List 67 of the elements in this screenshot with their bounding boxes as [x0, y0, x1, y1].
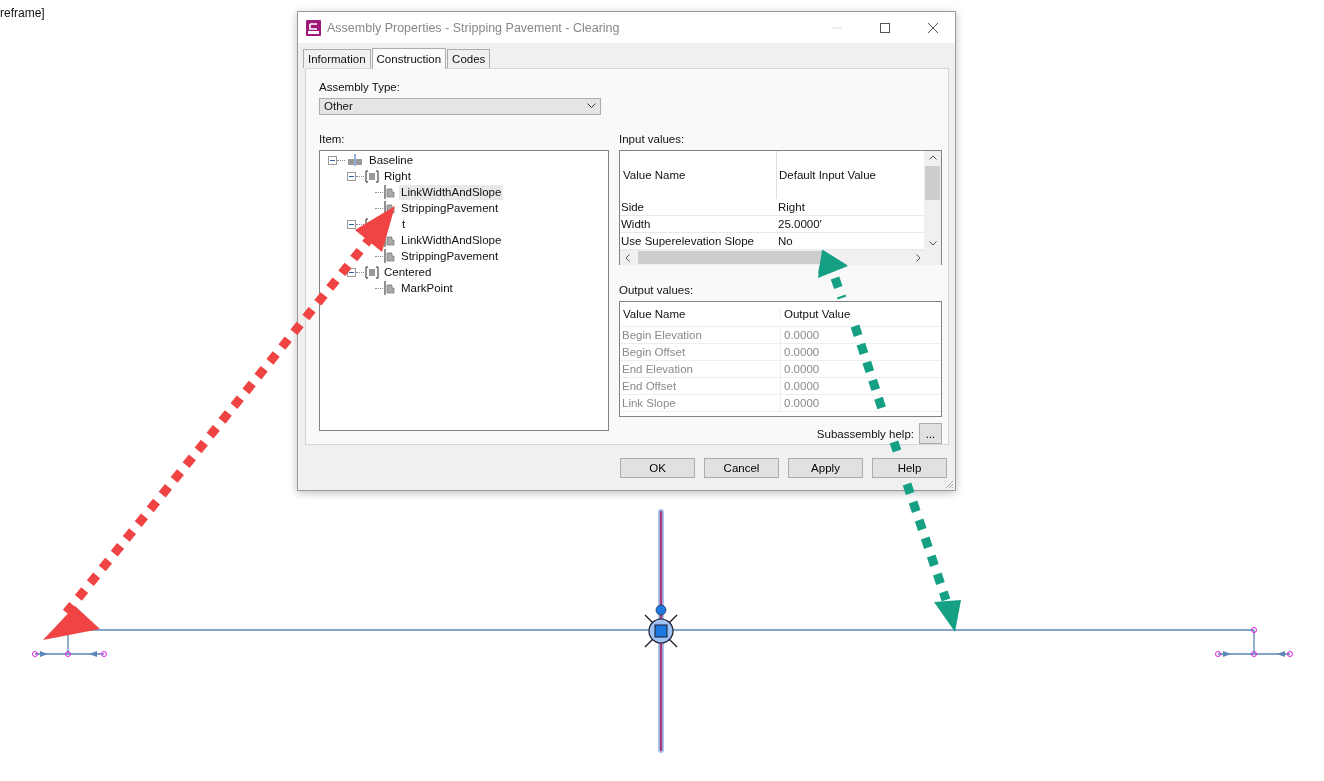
scroll-right-icon[interactable] [916, 253, 921, 262]
chevron-icon [587, 103, 596, 110]
table-cell-text: 25.0000' [777, 216, 823, 232]
dialog-button[interactable]: OK [620, 457, 695, 478]
tree-item[interactable]: Centered [382, 264, 434, 280]
tree-item[interactable]: LinkWidthAndSlope [399, 184, 504, 200]
vertical-scrollbar[interactable] [924, 151, 941, 250]
tab[interactable]: Codes [447, 49, 491, 68]
help-button[interactable]: ... [919, 423, 942, 444]
table-cell: Begin Offset [620, 344, 781, 360]
subassembly-icon [384, 201, 396, 215]
table-cell-text: Use Superelevation Slope [620, 233, 755, 249]
assembly-type-dropdown[interactable]: Other [319, 97, 601, 115]
baseline-icon [346, 154, 364, 166]
table-cell-text: 0.0000 [783, 395, 821, 411]
collapse-icon[interactable] [347, 267, 356, 277]
scroll-up-icon[interactable] [928, 155, 937, 160]
horizontal-scrollbar[interactable] [620, 250, 941, 265]
column-header: Output Value [783, 308, 852, 320]
subassembly-icon [384, 233, 396, 247]
app-icon [306, 19, 321, 36]
collapse-icon[interactable] [328, 155, 337, 165]
table-cell-text: Side [620, 199, 646, 215]
scroll-down-icon[interactable] [928, 241, 937, 246]
tree-item[interactable]: StrippingPavement [399, 200, 501, 216]
tree-item[interactable]: StrippingPavement [399, 248, 501, 264]
column-header: Value Name [620, 308, 781, 320]
table-cell-text: 0.0000 [783, 327, 821, 343]
tree-item[interactable]: MarkPoint [399, 280, 455, 296]
tree-item[interactable]: LinkWidthAndSlope [399, 232, 504, 248]
subassembly-icon [384, 281, 396, 295]
section-label: Item: [319, 133, 346, 147]
tab[interactable]: Information [303, 49, 371, 68]
tab[interactable]: Construction [371, 48, 447, 69]
view-style-label: reframe] [0, 6, 45, 20]
tree-item[interactable]: Right [382, 168, 413, 184]
group-icon [365, 265, 379, 279]
table-cell-text: Right [777, 199, 806, 215]
table-cell: Begin Elevation [620, 327, 781, 343]
table-cell-text: 0.0000 [783, 378, 821, 394]
subassembly-icon [384, 185, 396, 199]
table-cell: End Offset [620, 378, 781, 394]
resize-grip-icon[interactable] [945, 480, 954, 489]
dialog-button[interactable]: Apply [788, 457, 863, 478]
scroll-left-icon[interactable] [625, 253, 630, 262]
collapse-icon[interactable] [347, 219, 356, 229]
close-icon[interactable] [927, 21, 939, 34]
dialog-button[interactable]: Cancel [704, 457, 779, 478]
collapse-icon[interactable] [347, 171, 356, 181]
tree-item[interactable]: t [400, 216, 408, 232]
group-icon [365, 169, 379, 183]
subassembly-icon [384, 249, 396, 263]
maximize-icon[interactable] [879, 21, 891, 34]
field-label: Assembly Type: [319, 81, 401, 95]
table-cell-text: Width [620, 216, 652, 232]
window-title: Assembly Properties - Stripping Pavement - Clearing [327, 20, 620, 35]
dialog-button[interactable]: Help [872, 457, 947, 478]
table-cell-text: 0.0000 [783, 344, 821, 360]
table-cell-text: 0.0000 [783, 361, 821, 377]
column-header: Value Name [622, 169, 687, 181]
table-cell: Link Slope [620, 395, 781, 411]
table-cell-text: No [777, 233, 794, 249]
section-label: Output values: [619, 284, 695, 298]
table-cell: End Elevation [620, 361, 781, 377]
section-label: Input values: [619, 133, 686, 147]
tree-item[interactable]: Baseline [367, 152, 416, 168]
help-label: Subassembly help: [816, 427, 914, 440]
